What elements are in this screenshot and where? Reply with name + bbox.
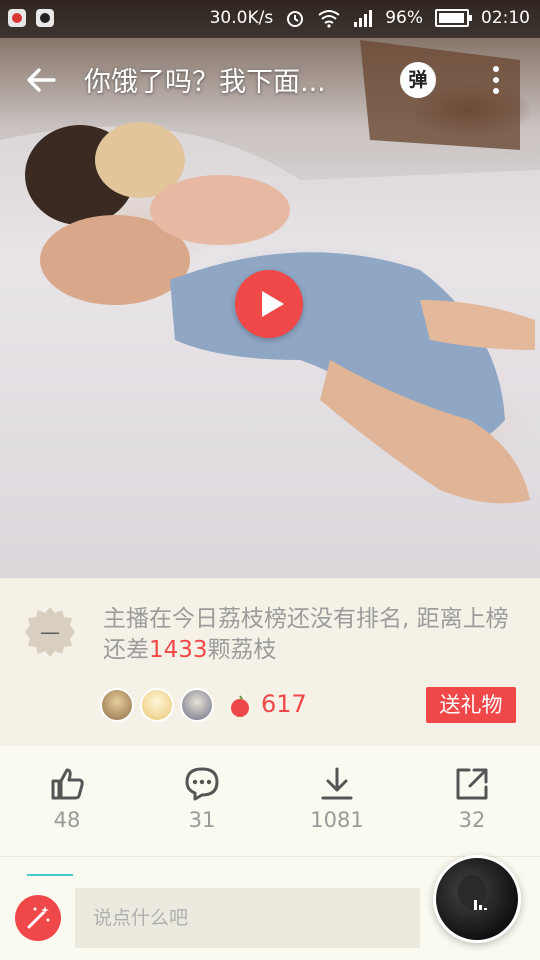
page-title: 你饿了吗？我下面... bbox=[84, 67, 326, 98]
share-count: 32 bbox=[458, 808, 486, 832]
back-arrow-icon[interactable] bbox=[24, 62, 60, 98]
share-icon bbox=[456, 768, 488, 800]
comment-input[interactable] bbox=[75, 888, 420, 948]
magic-wand-button[interactable] bbox=[15, 895, 61, 941]
fan-avatar[interactable] bbox=[140, 688, 174, 722]
battery-icon bbox=[435, 9, 472, 27]
clock: 02:10 bbox=[481, 8, 530, 28]
play-icon bbox=[262, 291, 284, 317]
download-count: 1081 bbox=[310, 808, 364, 832]
action-bar: 48 31 1081 32 bbox=[0, 746, 540, 857]
rank-panel: — 主播在今日荔枝榜还没有排名, 距离上榜还差1433颗荔枝 617 送礼物 bbox=[0, 578, 540, 746]
magic-wand-icon bbox=[27, 906, 50, 929]
fan-avatar[interactable] bbox=[180, 688, 214, 722]
alarm-icon bbox=[287, 11, 304, 27]
tab-indicator bbox=[27, 874, 73, 876]
rank-badge-label: — bbox=[40, 620, 60, 644]
status-bar: 30.0K/s 96% 02:10 bbox=[0, 0, 540, 38]
fan-list[interactable] bbox=[100, 688, 214, 722]
send-gift-button[interactable]: 送礼物 bbox=[426, 687, 516, 723]
qq-icon bbox=[36, 9, 54, 27]
top-app-bar: 你饿了吗？我下面... 弹 bbox=[0, 38, 540, 122]
rank-message-suffix: 颗荔枝 bbox=[207, 637, 277, 663]
app-icon bbox=[8, 9, 26, 27]
comment-icon bbox=[185, 767, 219, 801]
download-icon bbox=[321, 767, 353, 800]
battery-level: 96% bbox=[385, 8, 423, 28]
danmaku-toggle-button[interactable]: 弹 bbox=[400, 62, 436, 98]
comment-count: 31 bbox=[188, 808, 216, 832]
anchor-avatar[interactable] bbox=[433, 855, 521, 943]
play-button[interactable] bbox=[235, 270, 303, 338]
share-button[interactable]: 32 bbox=[432, 766, 512, 832]
download-button[interactable]: 1081 bbox=[297, 766, 377, 832]
network-speed: 30.0K/s bbox=[209, 8, 274, 28]
more-options-icon[interactable] bbox=[486, 64, 506, 96]
wifi-icon bbox=[318, 10, 340, 28]
like-button[interactable]: 48 bbox=[27, 766, 107, 832]
audio-bars-icon bbox=[458, 875, 487, 910]
like-count: 48 bbox=[53, 808, 81, 832]
thumbs-up-icon bbox=[51, 768, 84, 800]
rank-badge-icon: — bbox=[25, 607, 75, 657]
signal-icon bbox=[354, 10, 373, 27]
litchi-gap-count: 1433 bbox=[149, 637, 208, 663]
rank-message: 主播在今日荔枝榜还没有排名, 距离上榜还差1433颗荔枝 bbox=[103, 604, 513, 666]
litchi-count: 617 bbox=[261, 690, 307, 718]
fan-avatar[interactable] bbox=[100, 688, 134, 722]
litchi-icon bbox=[231, 695, 249, 717]
comment-button[interactable]: 31 bbox=[162, 766, 242, 832]
